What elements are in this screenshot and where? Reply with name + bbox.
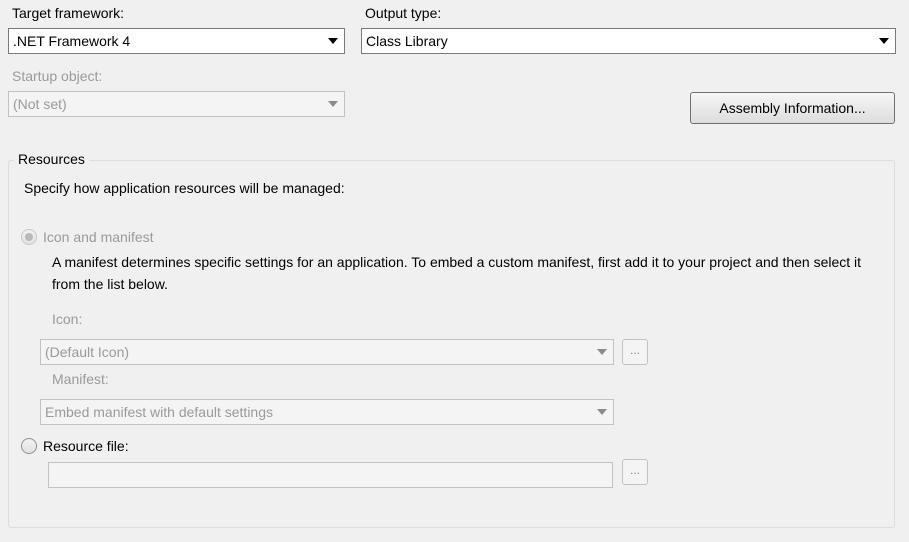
resources-group-title: Resources — [14, 150, 89, 168]
chevron-down-icon — [597, 349, 607, 355]
output-type-label: Output type: — [365, 5, 442, 21]
output-type-value: Class Library — [366, 33, 448, 49]
icon-dropdown[interactable]: (Default Icon) — [40, 339, 614, 365]
target-framework-label: Target framework: — [12, 5, 125, 21]
assembly-information-button[interactable]: Assembly Information... — [690, 92, 895, 124]
resources-instruction: Specify how application resources will b… — [24, 180, 345, 196]
target-framework-value: .NET Framework 4 — [13, 33, 131, 49]
manifest-dropdown[interactable]: Embed manifest with default settings — [40, 399, 614, 425]
chevron-down-icon — [597, 409, 607, 415]
resource-file-input[interactable] — [48, 462, 613, 488]
resource-file-browse-button[interactable]: ... — [622, 459, 648, 485]
resource-file-label: Resource file: — [43, 438, 129, 454]
startup-object-value: (Not set) — [13, 96, 67, 112]
output-type-dropdown[interactable]: Class Library — [361, 28, 896, 54]
manifest-description: A manifest determines specific settings … — [52, 254, 862, 292]
chevron-down-icon — [328, 101, 338, 107]
chevron-down-icon — [328, 38, 338, 44]
icon-and-manifest-label: Icon and manifest — [43, 229, 154, 245]
icon-browse-button[interactable]: ... — [622, 339, 648, 365]
startup-object-label: Startup object: — [12, 68, 103, 84]
resource-file-radio[interactable] — [21, 438, 37, 454]
icon-label: Icon: — [52, 311, 83, 327]
manifest-value: Embed manifest with default settings — [45, 404, 274, 420]
manifest-label: Manifest: — [52, 371, 109, 387]
icon-value: (Default Icon) — [45, 344, 130, 360]
target-framework-dropdown[interactable]: .NET Framework 4 — [8, 28, 345, 54]
chevron-down-icon — [879, 38, 889, 44]
icon-and-manifest-radio[interactable] — [21, 229, 37, 245]
startup-object-dropdown[interactable]: (Not set) — [8, 91, 345, 117]
